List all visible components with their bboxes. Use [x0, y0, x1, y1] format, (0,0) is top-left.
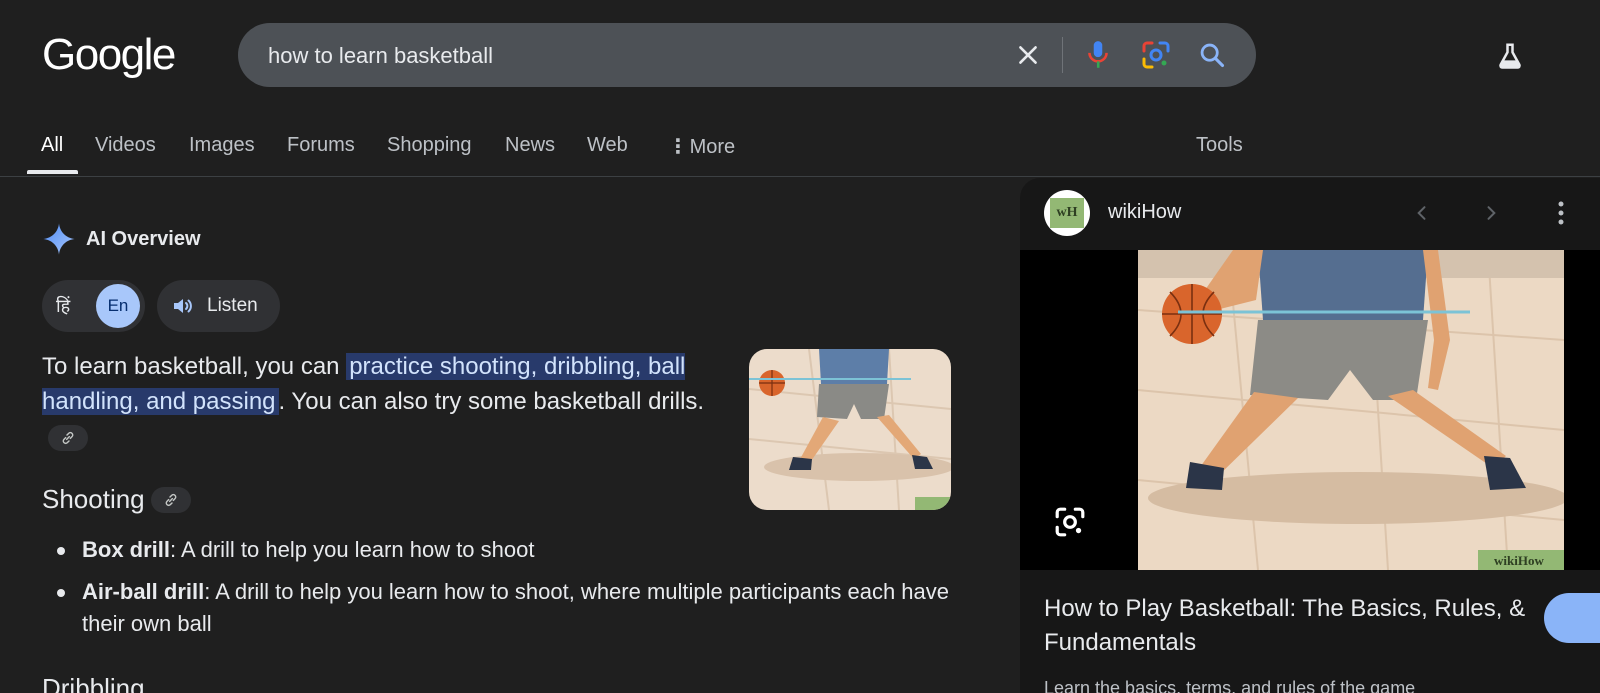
link-icon: [62, 431, 74, 444]
list-item: Air-ball drill: A drill to help you lear…: [42, 576, 972, 640]
tab-more-label: More: [689, 136, 736, 158]
drill-term: Air-ball drill: [82, 579, 205, 604]
source-panel: wH wikiHow wikiHow How to Play Basketbal…: [1020, 178, 1600, 693]
source-name[interactable]: wikiHow: [1108, 201, 1181, 224]
source-logo-mark: wH: [1050, 198, 1084, 228]
search-input[interactable]: how to learn basketball: [268, 43, 493, 69]
source-article-title[interactable]: How to Play Basketball: The Basics, Rule…: [1044, 592, 1564, 660]
tab-videos[interactable]: Videos: [95, 134, 156, 157]
chevron-right-icon[interactable]: [1476, 198, 1506, 228]
tab-news[interactable]: News: [505, 134, 555, 157]
ai-summary: To learn basketball, you can practice sh…: [42, 349, 732, 454]
active-tab-indicator: [27, 170, 78, 174]
search-tabs: All Videos Images Forums Shopping News W…: [0, 130, 1270, 176]
tab-web[interactable]: Web: [587, 134, 628, 157]
summary-text-start: To learn basketball, you can: [42, 353, 347, 380]
more-options-icon[interactable]: [1546, 198, 1576, 228]
drill-description: : A drill to help you learn how to shoot…: [82, 579, 950, 636]
labs-icon[interactable]: [1492, 38, 1528, 74]
listen-button[interactable]: Listen: [157, 280, 280, 332]
section-heading-shooting: Shooting: [42, 484, 191, 515]
more-vert-icon: ⋮: [668, 136, 688, 158]
link-icon: [165, 493, 176, 506]
header-divider: [0, 176, 1600, 177]
search-icon[interactable]: [1196, 39, 1228, 71]
google-logo[interactable]: Google: [42, 30, 176, 80]
basketball-illustration[interactable]: wikiHow: [1138, 250, 1564, 570]
lens-icon[interactable]: [1140, 39, 1172, 71]
source-logo[interactable]: wH: [1044, 190, 1090, 236]
drill-description: : A drill to help you learn how to shoot: [170, 537, 535, 562]
sparkle-icon: [43, 223, 75, 255]
source-media[interactable]: wikiHow: [1020, 250, 1600, 570]
tab-more[interactable]: ⋮ More: [668, 134, 735, 159]
ai-overview-header: AI Overview: [42, 222, 201, 256]
source-article-snippet: Learn the basics, terms, and rules of th…: [1044, 678, 1416, 693]
summary-source-link[interactable]: [48, 424, 88, 451]
close-icon[interactable]: [1012, 39, 1044, 71]
lang-english-option[interactable]: En: [96, 284, 140, 328]
section-heading-next: Dribbling: [42, 673, 145, 693]
tab-shopping[interactable]: Shopping: [387, 134, 472, 157]
listen-label: Listen: [207, 295, 258, 316]
lens-search-icon[interactable]: [1054, 506, 1086, 538]
drill-list: Box drill: A drill to help you learn how…: [42, 534, 972, 650]
tab-forums[interactable]: Forums: [287, 134, 355, 157]
list-item: Box drill: A drill to help you learn how…: [42, 534, 972, 566]
search-bar[interactable]: how to learn basketball: [238, 23, 1256, 87]
section-heading-text: Shooting: [42, 484, 145, 514]
chevron-left-icon[interactable]: [1407, 198, 1437, 228]
tab-all[interactable]: All: [41, 134, 63, 157]
ai-overview-title: AI Overview: [86, 227, 201, 250]
search-divider: [1062, 37, 1063, 73]
ai-overview-thumbnail[interactable]: [749, 349, 951, 510]
speaker-icon: [174, 299, 192, 313]
tab-images[interactable]: Images: [189, 134, 255, 157]
summary-text-end: . You can also try some basket­ball dril…: [278, 388, 705, 415]
mic-icon[interactable]: [1082, 39, 1114, 71]
floating-action-button[interactable]: [1544, 593, 1600, 643]
wikihow-watermark: wikiHow: [1494, 553, 1544, 568]
language-toggle[interactable]: हिं En: [42, 280, 145, 332]
lang-hindi-option[interactable]: हिं: [56, 294, 70, 318]
section-source-link[interactable]: [150, 486, 191, 513]
tools-button[interactable]: Tools: [1196, 134, 1243, 157]
drill-term: Box drill: [82, 537, 171, 562]
